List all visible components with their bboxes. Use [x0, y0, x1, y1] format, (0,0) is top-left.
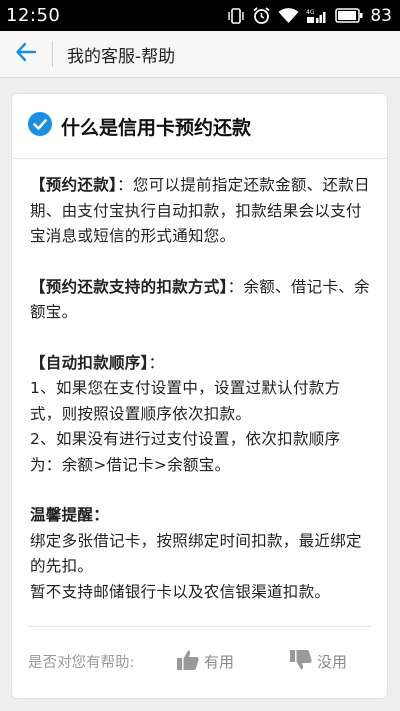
status-bar: 12:50 4G 83 — [0, 0, 400, 31]
not-helpful-label: 没用 — [317, 653, 348, 671]
reminder-heading: 温馨提醒： — [30, 506, 110, 524]
status-icons: 4G 83 — [227, 6, 392, 26]
battery-percent: 83 — [370, 5, 392, 26]
helpful-button[interactable]: 有用 — [176, 648, 234, 676]
status-time: 12:50 — [6, 5, 61, 26]
article-body: 【预约还款】：您可以提前指定还款金额、还款日期、由支付宝执行自动扣款，扣款结果会… — [12, 159, 387, 605]
order-line-1: 1、如果您在支付设置中，设置过默认付款方式，则按照设置顺序依次扣款。 — [30, 379, 341, 423]
article-header: 什么是信用卡预约还款 — [12, 94, 387, 159]
order-colon: ： — [148, 353, 165, 372]
alarm-icon — [252, 6, 271, 25]
back-button[interactable] — [0, 31, 52, 78]
intro-heading: 【预约还款】 — [30, 176, 118, 194]
order-heading: 【自动扣款顺序】 — [30, 353, 149, 372]
thumbs-up-icon — [176, 648, 204, 676]
wifi-icon — [278, 7, 299, 24]
article-title: 什么是信用卡预约还款 — [61, 116, 252, 139]
feedback-question: 是否对您有帮助: — [28, 655, 135, 671]
order-line-2: 2、如果没有进行过支付设置，依次扣款顺序为：余额>借记卡>余额宝。 — [30, 430, 341, 474]
battery-icon — [335, 8, 363, 23]
not-helpful-button[interactable]: 没用 — [289, 648, 347, 676]
help-article-card: 什么是信用卡预约还款 【预约还款】：您可以提前指定还款金额、还款日期、由支付宝执… — [11, 93, 388, 699]
vibrate-icon — [227, 7, 245, 25]
signal-icon: 4G — [306, 7, 328, 24]
check-circle-icon — [28, 112, 52, 140]
page-title: 我的客服-帮助 — [67, 46, 176, 67]
feedback-bar: 是否对您有帮助: 有用 没用 — [28, 626, 371, 696]
paragraph-intro: 【预约还款】：您可以提前指定还款金额、还款日期、由支付宝执行自动扣款，扣款结果会… — [30, 173, 371, 250]
helpful-label: 有用 — [204, 653, 235, 671]
methods-heading: 【预约还款支持的扣款方式】 — [30, 277, 228, 296]
paragraph-methods: 【预约还款支持的扣款方式】：余额、借记卡、余额宝。 — [30, 275, 371, 326]
back-arrow-icon — [15, 42, 37, 66]
reminder-line-1: 绑定多张借记卡，按照绑定时间扣款，最近绑定的先扣。 — [30, 531, 362, 576]
svg-text:4G: 4G — [306, 9, 315, 16]
thumbs-down-icon — [289, 648, 317, 676]
reminder-line-2: 暂不支持邮储银行卡以及农信银渠道扣款。 — [30, 582, 331, 601]
paragraph-order-heading: 【自动扣款顺序】： — [30, 351, 371, 377]
app-bar: 我的客服-帮助 — [0, 31, 400, 78]
